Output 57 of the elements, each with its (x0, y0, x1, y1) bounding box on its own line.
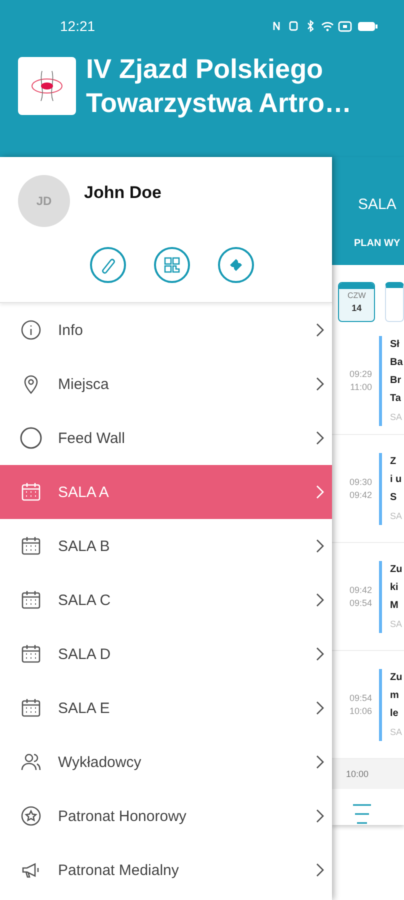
menu-icon[interactable] (352, 803, 372, 825)
menu-item[interactable]: SALA C (0, 573, 332, 627)
screen-title: SALA (358, 196, 398, 213)
calendar-icon (20, 697, 42, 719)
qr-code-icon (163, 256, 181, 274)
session-card[interactable]: Z i u S SA (379, 452, 402, 524)
wifi-icon (321, 22, 334, 32)
chevron-right-icon (316, 485, 324, 499)
session-card[interactable]: Sł Ba Br Ta SA (379, 336, 403, 426)
session-time: 09:30 09:42 (348, 476, 372, 502)
session-card[interactable]: Zu m le SA (379, 668, 402, 740)
circle-icon (20, 427, 42, 449)
day-chip[interactable]: CZW 14 (338, 282, 376, 322)
menu-item[interactable]: Info (0, 303, 332, 357)
chevron-right-icon (316, 647, 324, 661)
menu-item[interactable]: Patronat Medialny (0, 843, 332, 897)
calendar-icon (20, 481, 42, 503)
menu-item[interactable]: Miejsca (0, 357, 332, 411)
chevron-right-icon (316, 809, 324, 823)
day-chip[interactable] (385, 282, 404, 322)
chevron-right-icon (316, 377, 324, 391)
people-icon (20, 751, 42, 773)
chevron-right-icon (316, 593, 324, 607)
app-title: IV Zjazd Polskiego Towarzystwa Artro… (86, 53, 352, 120)
calendar-icon (20, 535, 42, 557)
status-time: 12:21 (60, 18, 96, 34)
info-icon (20, 319, 42, 341)
pencil-button[interactable] (90, 247, 126, 283)
qr-code-button[interactable] (154, 247, 190, 283)
menu-item[interactable]: SALA E (0, 681, 332, 735)
calendar-icon (20, 643, 42, 665)
menu-item[interactable]: Patronat Honorowy (0, 789, 332, 843)
nfc-icon (273, 21, 280, 31)
session-card[interactable]: Zu ki M SA (379, 560, 402, 632)
chevron-right-icon (316, 863, 324, 877)
session-time: 09:29 11:00 (348, 368, 372, 394)
ticket-button[interactable] (218, 247, 254, 283)
session-time: 09:42 09:54 (348, 584, 372, 610)
star-badge-icon (20, 805, 42, 827)
avatar: JD (18, 175, 70, 227)
bluetooth-icon (308, 20, 314, 32)
user-name: John Doe (84, 183, 162, 203)
hour-label: 10:00 (332, 759, 404, 789)
battery-icon (358, 22, 378, 31)
chevron-right-icon (316, 701, 324, 715)
session-time: 09:54 10:06 (348, 692, 372, 718)
menu-item[interactable]: SALA D (0, 627, 332, 681)
chevron-right-icon (316, 431, 324, 445)
menu-item[interactable]: Wykładowcy (0, 735, 332, 789)
menu-item[interactable]: SALA B (0, 519, 332, 573)
app-logo (18, 57, 76, 115)
chevron-right-icon (316, 539, 324, 553)
pencil-icon (99, 256, 117, 274)
chevron-right-icon (316, 755, 324, 769)
chevron-right-icon (316, 323, 324, 337)
menu-item[interactable]: Feed Wall (0, 411, 332, 465)
calendar-icon (20, 589, 42, 611)
